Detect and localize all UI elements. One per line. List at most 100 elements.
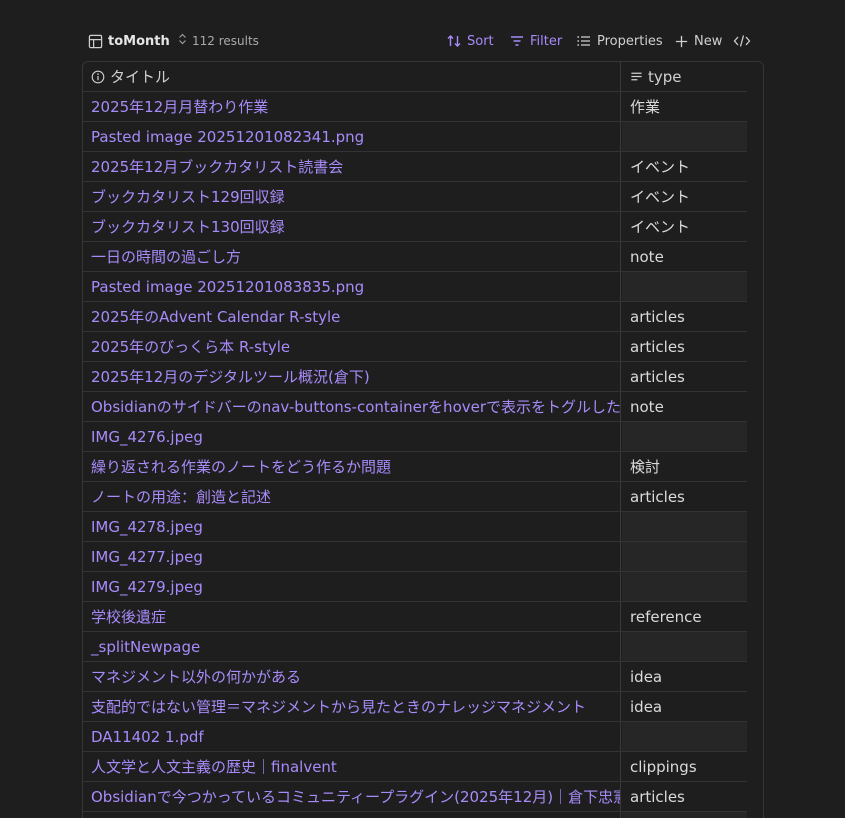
table-row: IMG_4278.jpeg — [83, 512, 763, 542]
sort-label: Sort — [467, 33, 494, 49]
row-type-cell[interactable] — [622, 122, 747, 151]
row-title-link[interactable]: 2025年のAdvent Calendar R-style — [83, 302, 621, 331]
table-row: IMG_4277.jpeg — [83, 542, 763, 572]
row-type-cell[interactable]: clippings — [622, 752, 747, 781]
table-row: IMG_4279.jpeg — [83, 572, 763, 602]
row-title-link[interactable]: Obsidianで今つかっているコミュニティープラグイン(2025年12月)｜倉… — [83, 782, 621, 811]
table-row: 支配的ではない管理＝マネジメントから見たときのナレッジマネジメント idea — [83, 692, 763, 722]
row-title-link[interactable]: ブックカタリスト130回収録 — [83, 212, 621, 241]
row-title-link[interactable]: ノートの用途：創造と記述 — [83, 482, 621, 511]
row-title-link[interactable]: 繰り返される作業のノートをどう作るか問題 — [83, 452, 621, 481]
table-row: 学校後遺症 reference — [83, 602, 763, 632]
row-title-link[interactable]: Pasted image 20251201082341.png — [83, 122, 621, 151]
row-type-cell[interactable]: idea — [622, 662, 747, 691]
row-type-cell[interactable]: note — [622, 242, 747, 271]
code-icon — [733, 35, 751, 47]
filter-button[interactable]: Filter — [509, 28, 562, 54]
row-type-cell[interactable] — [622, 812, 747, 818]
view-selector[interactable]: toMonth — [88, 28, 192, 54]
table-row: Pasted image 20251201083835.png — [83, 272, 763, 302]
row-title-link[interactable]: 人文学と人文主義の歴史｜finalvent — [83, 752, 621, 781]
text-lines-icon — [631, 72, 642, 81]
chevron-up-down-icon — [178, 33, 192, 49]
row-title-link[interactable]: IMG_4277.jpeg — [83, 542, 621, 571]
row-title-link[interactable]: IMG_4279.jpeg — [83, 572, 621, 601]
column-header-type-label: type — [648, 67, 682, 86]
table-row: ノートの用途：創造と記述 articles — [83, 482, 763, 512]
table-row: ブックカタリスト129回収録 イベント — [83, 182, 763, 212]
row-type-cell[interactable]: イベント — [622, 152, 747, 181]
table-row: 人文学と人文主義の歴史｜finalvent clippings — [83, 752, 763, 782]
toolbar: toMonth 112 results Sort Filter Properti… — [82, 28, 762, 54]
row-type-cell[interactable]: articles — [622, 362, 747, 391]
table-row: IMG_4276.jpeg — [83, 422, 763, 452]
table-row: 繰り返される作業のノートをどう作るか問題 検討 — [83, 452, 763, 482]
new-label: New — [694, 33, 723, 49]
results-count: 112 results — [192, 34, 259, 48]
row-type-cell[interactable]: イベント — [622, 182, 747, 211]
list-icon — [577, 36, 590, 46]
row-title-link[interactable]: 2025年12月のデジタルツール概況(倉下) — [83, 362, 621, 391]
row-type-cell[interactable]: articles — [622, 302, 747, 331]
scroll-area-edge — [747, 62, 763, 818]
table-row: 一日の時間の過ごし方 note — [83, 242, 763, 272]
row-title-link[interactable]: 学校後遺症 — [83, 602, 621, 631]
plus-icon — [675, 35, 688, 47]
row-type-cell[interactable]: イベント — [622, 212, 747, 241]
row-type-cell[interactable] — [622, 422, 747, 451]
properties-label: Properties — [597, 33, 663, 49]
table-header: タイトル type — [83, 62, 763, 92]
table-icon — [88, 34, 103, 48]
row-type-cell[interactable]: 検討 — [622, 452, 747, 481]
info-icon — [91, 70, 105, 83]
table-row: 2025年12月月替わり作業 作業 — [83, 92, 763, 122]
row-type-cell[interactable]: articles — [622, 782, 747, 811]
row-type-cell[interactable]: reference — [622, 602, 747, 631]
row-type-cell[interactable] — [622, 722, 747, 751]
row-type-cell[interactable]: note — [622, 392, 747, 421]
view-name: toMonth — [108, 33, 170, 49]
row-type-cell[interactable] — [622, 542, 747, 571]
table-row: DA11402 1.pdf — [83, 722, 763, 752]
new-button[interactable]: New — [674, 28, 722, 54]
table-row: マネジメント以外の何かがある idea — [83, 662, 763, 692]
table-row: Obsidianで今つかっているコミュニティープラグイン(2025年12月)｜倉… — [83, 782, 763, 812]
row-title-link[interactable]: IMG_4276.jpeg — [83, 422, 621, 451]
table-row: Pasted image 20251201082341.png — [83, 122, 763, 152]
table-row: 2025年12月ブックカタリスト読書会 イベント — [83, 152, 763, 182]
row-type-cell[interactable] — [622, 572, 747, 601]
row-title-link[interactable]: 2025年12月ブックカタリスト読書会 — [83, 152, 621, 181]
row-title-link[interactable]: Obsidianのサイドバーのnav-buttons-containerをhov… — [83, 392, 621, 421]
row-type-cell[interactable]: articles — [622, 332, 747, 361]
filter-label: Filter — [530, 33, 563, 49]
row-title-link[interactable]: 一日の時間の過ごし方 — [83, 242, 621, 271]
row-title-link[interactable] — [83, 812, 621, 818]
column-header-title[interactable]: タイトル — [83, 62, 621, 91]
row-title-link[interactable]: IMG_4278.jpeg — [83, 512, 621, 541]
row-type-cell[interactable] — [622, 272, 747, 301]
row-title-link[interactable]: 支配的ではない管理＝マネジメントから見たときのナレッジマネジメント — [83, 692, 621, 721]
table-row — [83, 812, 763, 818]
sort-button[interactable]: Sort — [446, 28, 494, 54]
row-type-cell[interactable]: 作業 — [622, 92, 747, 121]
properties-button[interactable]: Properties — [576, 28, 663, 54]
row-type-cell[interactable]: articles — [622, 482, 747, 511]
row-type-cell[interactable] — [622, 512, 747, 541]
column-header-type[interactable]: type — [622, 62, 747, 91]
row-type-cell[interactable]: idea — [622, 692, 747, 721]
table-row: 2025年のびっくら本 R-style articles — [83, 332, 763, 362]
row-title-link[interactable]: 2025年のびっくら本 R-style — [83, 332, 621, 361]
table-row: Obsidianのサイドバーのnav-buttons-containerをhov… — [83, 392, 763, 422]
code-button[interactable] — [733, 28, 756, 54]
table-row: 2025年12月のデジタルツール概況(倉下) articles — [83, 362, 763, 392]
filter-icon — [511, 36, 523, 46]
row-title-link[interactable]: DA11402 1.pdf — [83, 722, 621, 751]
row-type-cell[interactable] — [622, 632, 747, 661]
table-row: 2025年のAdvent Calendar R-style articles — [83, 302, 763, 332]
row-title-link[interactable]: 2025年12月月替わり作業 — [83, 92, 621, 121]
row-title-link[interactable]: マネジメント以外の何かがある — [83, 662, 621, 691]
row-title-link[interactable]: Pasted image 20251201083835.png — [83, 272, 621, 301]
results-table: タイトル type 2025年12月月替わり作業 作業 Pasted image 2… — [82, 61, 764, 818]
row-title-link[interactable]: ブックカタリスト129回収録 — [83, 182, 621, 211]
row-title-link[interactable]: _splitNewpage — [83, 632, 621, 661]
